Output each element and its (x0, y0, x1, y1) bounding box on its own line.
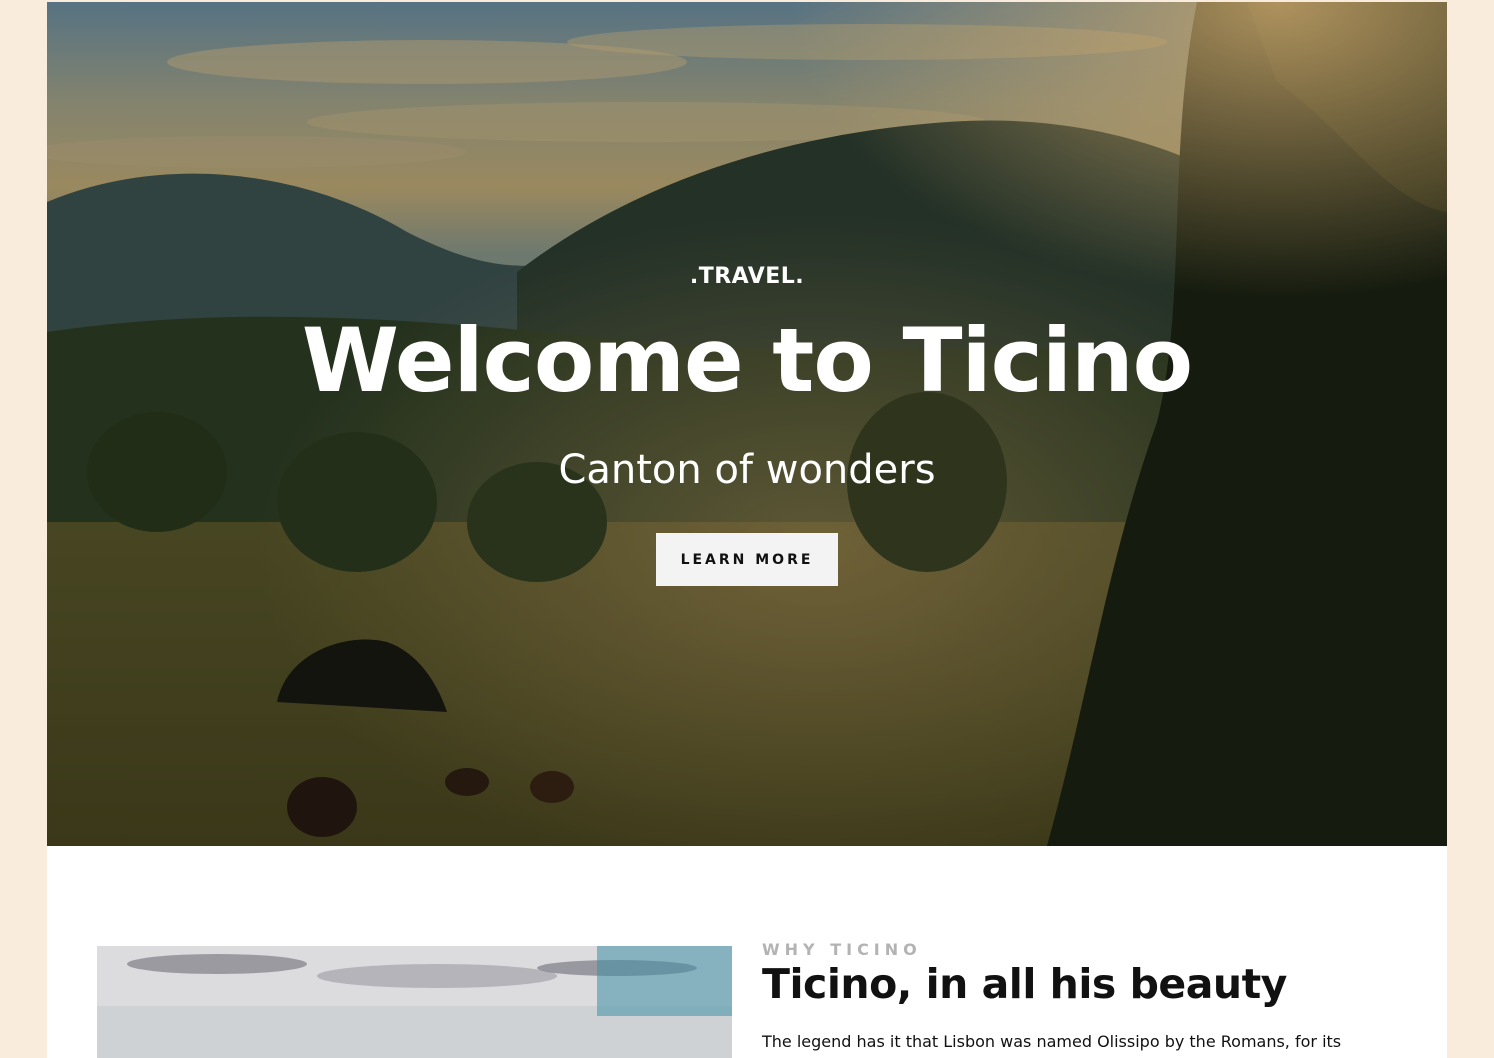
hero-section: .TRAVEL. Welcome to Ticino Canton of won… (47, 2, 1447, 846)
hero-title: Welcome to Ticino (301, 309, 1193, 412)
brand-logo[interactable]: .TRAVEL. (47, 264, 1447, 289)
landscape-photo-graphic (97, 946, 732, 1058)
hero-subtitle: Canton of wonders (558, 447, 936, 493)
learn-more-button[interactable]: LEARN MORE (656, 533, 838, 586)
landscape-photo (97, 946, 732, 1058)
section-title: Ticino, in all his beauty (762, 960, 1287, 1008)
page-container: .TRAVEL. Welcome to Ticino Canton of won… (47, 2, 1447, 1058)
section-eyebrow: WHY TICINO (762, 940, 922, 959)
section-body-text: The legend has it that Lisbon was named … (762, 1032, 1342, 1051)
hero-content: .TRAVEL. Welcome to Ticino Canton of won… (47, 2, 1447, 846)
